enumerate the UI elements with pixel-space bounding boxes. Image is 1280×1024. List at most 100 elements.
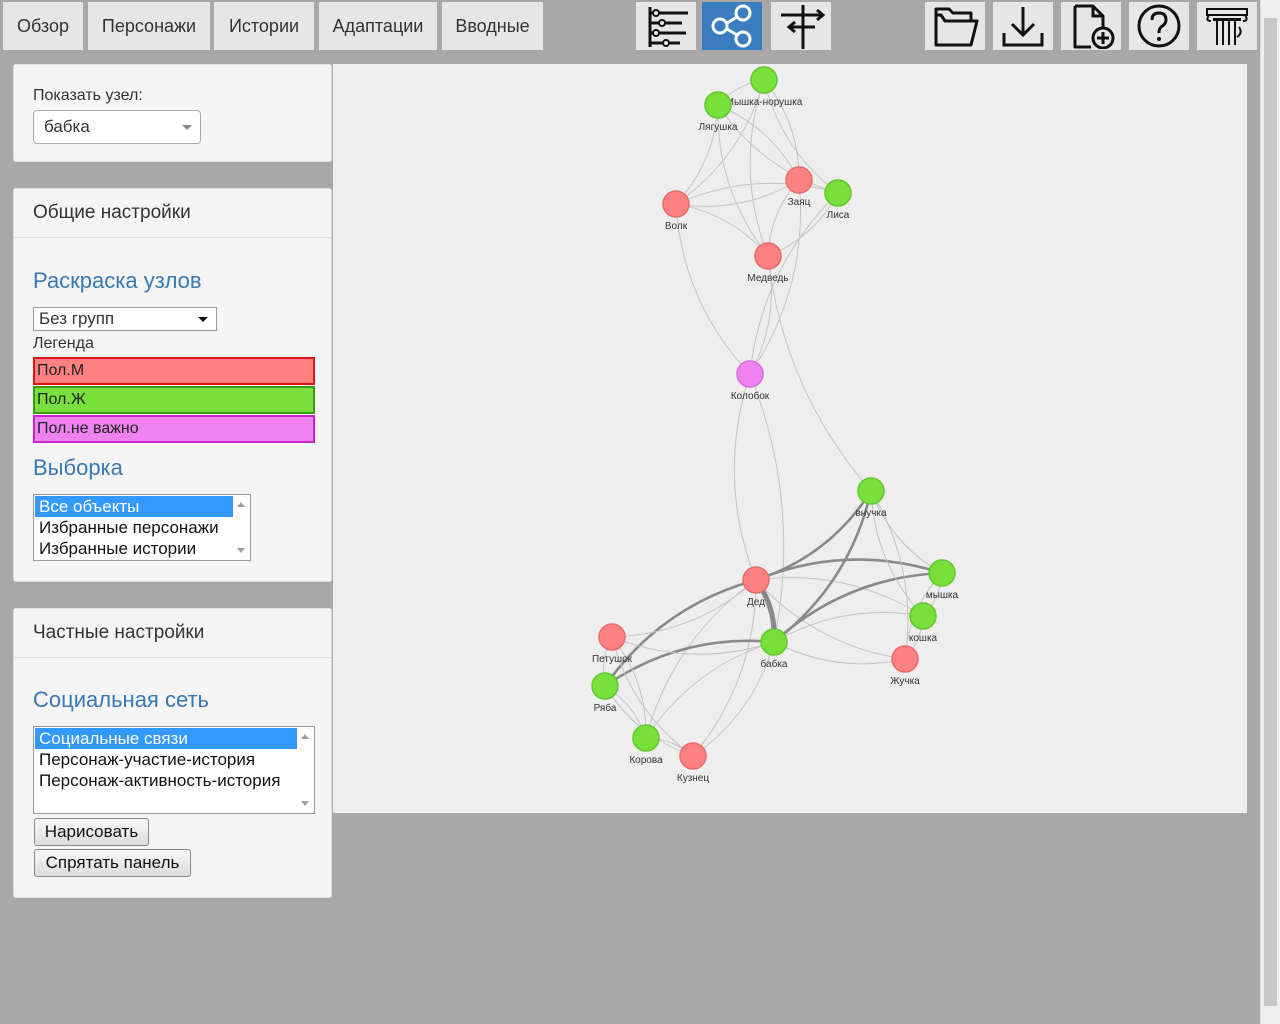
network-type-listbox[interactable]: Социальные связи Персонаж-участие-истори… [33,726,315,814]
social-network-graph[interactable]: Мышка-норушка Лягушка Заяц Лиса Волк Медведь К… [333,64,1247,813]
graph-node-circle[interactable] [591,672,619,700]
graph-edge [733,373,757,581]
graph-node-circle[interactable] [857,477,885,505]
node-select-label: Показать узел: [33,87,143,104]
network-graph-button[interactable] [702,2,762,50]
graph-edge [767,255,872,492]
graph-node-circle[interactable] [632,724,660,752]
graph-node-circle[interactable] [598,623,626,651]
graph-node[interactable]: Корова [629,724,663,766]
scroll-down-arrow-icon[interactable] [1261,1007,1280,1024]
graph-node-label: Ряба [594,702,617,714]
selection-option[interactable]: Избранные персонажи [35,517,234,538]
node-select[interactable]: бабка [33,110,201,144]
node-coloring-title: Раскраска узлов [33,268,202,293]
graph-node-circle[interactable] [754,242,782,270]
graph-node-label: Петушок [592,654,633,665]
network-type-option[interactable]: Социальные связи [35,728,297,749]
graph-edge [603,578,757,687]
graph-node-label: Жучка [890,676,920,687]
pillar-logo-button[interactable] [1197,2,1257,50]
graph-node-circle[interactable] [928,559,956,587]
node-select-value: бабка [44,117,90,136]
graph-node-circle[interactable] [736,360,764,388]
signpost-button[interactable] [771,2,831,50]
graph-node[interactable]: Волк [662,190,690,232]
graph-node-circle[interactable] [679,742,707,770]
network-type-option[interactable]: Персонаж-активность-история [35,770,297,791]
graph-node[interactable]: бабка [760,628,788,670]
legend-item-female: Пол.Ж [33,386,315,414]
chevron-down-icon[interactable] [301,801,309,806]
timeline-button[interactable] [636,2,696,50]
listbox-scrollbar[interactable] [297,727,314,813]
graph-node-label: Волк [665,221,688,232]
graph-node-label: Лягушка [699,122,738,133]
graph-node[interactable]: Лиса [824,179,852,221]
tab-stories[interactable]: Истории [214,2,314,50]
graph-node[interactable]: Мышка-норушка [726,66,803,108]
graph-node-circle[interactable] [824,179,852,207]
graph-node[interactable]: мышка [926,559,959,601]
chevron-up-icon[interactable] [237,502,245,507]
graph-node[interactable]: Ряба [591,672,619,714]
graph-edge [773,641,906,665]
graph-canvas[interactable]: Мышка-норушка Лягушка Заяц Лиса Волк Медведь К… [333,64,1247,813]
graph-node[interactable]: кошка [909,602,938,644]
graph-node-label: Медведь [747,273,788,284]
tab-adaptations[interactable]: Адаптации [319,2,437,50]
download-button[interactable] [993,2,1053,50]
graph-edge [611,579,757,638]
page-scrollbar[interactable] [1260,0,1280,1024]
graph-node-circle[interactable] [909,602,937,630]
graph-node-label: Мышка-норушка [726,97,803,108]
selection-option[interactable]: Все объекты [35,496,234,517]
graph-node-label: бабка [761,658,788,670]
graph-node-label: Заяц [788,197,811,208]
private-settings-header: Частные настройки [14,609,331,658]
tab-intro[interactable]: Вводные [442,2,543,50]
tab-overview[interactable]: Обзор [3,2,83,50]
graph-node[interactable]: Петушок [592,623,633,665]
grouping-select[interactable]: Без групп [33,307,217,331]
help-icon [1137,4,1181,48]
graph-node[interactable]: Дед [742,566,770,608]
graph-node-circle[interactable] [750,66,778,94]
help-button[interactable] [1129,2,1189,50]
legend-label: Легенда [33,335,94,352]
graph-node-circle[interactable] [662,190,690,218]
graph-node-circle[interactable] [760,628,788,656]
graph-edge [773,611,924,643]
general-settings-header: Общие настройки [14,189,331,238]
graph-node-circle[interactable] [704,91,732,119]
graph-node[interactable]: внучка [855,477,887,519]
grouping-select-value: Без групп [39,309,115,328]
graph-node-circle[interactable] [742,566,770,594]
graph-node[interactable]: Колобок [731,360,770,402]
hide-panel-button[interactable]: Спрятать панель [34,849,191,877]
graph-node-circle[interactable] [785,166,813,194]
legend-item-male: Пол.М [33,357,315,385]
graph-node[interactable]: Заяц [785,166,813,208]
draw-button[interactable]: Нарисовать [34,818,149,846]
network-type-option[interactable]: Персонаж-участие-история [35,749,297,770]
tab-characters[interactable]: Персонажи [88,2,210,50]
timeline-icon [648,7,688,47]
scroll-up-arrow-icon[interactable] [1261,0,1280,17]
scrollbar-thumb[interactable] [1264,18,1277,1006]
selection-listbox[interactable]: Все объекты Избранные персонажи Избранны… [33,494,251,561]
new-document-button[interactable] [1061,2,1121,50]
open-folder-button[interactable] [925,2,985,50]
top-navigation: Обзор Персонажи Истории Адаптации Вводны… [0,0,1260,52]
graph-nodes: Мышка-норушка Лягушка Заяц Лиса Волк Медведь К… [591,66,959,784]
chevron-down-icon[interactable] [237,548,245,553]
selection-option[interactable]: Избранные истории [35,538,234,559]
graph-node-circle[interactable] [891,645,919,673]
graph-edge [675,182,839,205]
graph-node-label: кошка [909,633,938,644]
graph-node[interactable]: Жучка [890,645,920,687]
chevron-up-icon[interactable] [301,734,309,739]
listbox-scrollbar[interactable] [233,495,250,560]
network-graph-icon [711,4,752,48]
graph-node[interactable]: Кузнец [677,742,709,784]
